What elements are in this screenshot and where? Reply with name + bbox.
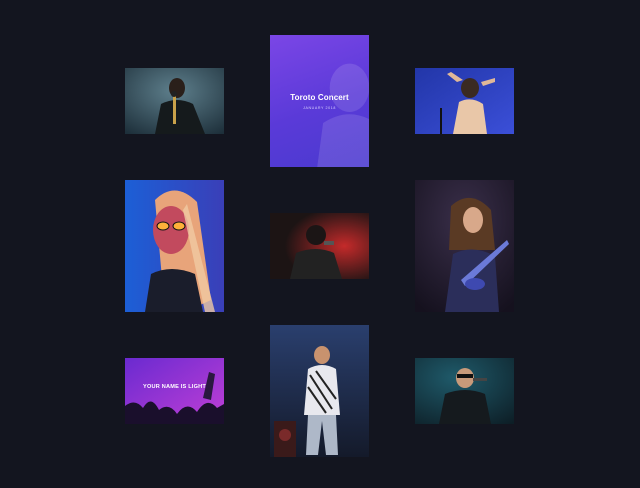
photo-woman-sunglasses[interactable] <box>125 180 224 312</box>
crowd-banner-text: YOUR NAME IS LIGHT <box>143 384 206 390</box>
photo-performer-blue-light[interactable] <box>415 68 514 134</box>
event-date: JANUARY 2018 <box>303 106 336 110</box>
photo-guitarist[interactable] <box>415 180 514 312</box>
photo-singer-jacket[interactable] <box>415 358 514 424</box>
event-title: Toroto Concert <box>290 93 349 102</box>
featured-event-card[interactable]: Toroto Concert JANUARY 2018 <box>270 35 369 167</box>
photo-gallery: Toroto Concert JANUARY 2018 YOUR NAME IS… <box>0 0 640 488</box>
featured-ghost-image <box>317 63 369 167</box>
photo-crowd-light[interactable]: YOUR NAME IS LIGHT <box>125 358 224 424</box>
photo-singer-microphone[interactable] <box>125 68 224 134</box>
photo-performer-stage[interactable] <box>270 325 369 457</box>
photo-rapper-red-light[interactable] <box>270 213 369 279</box>
